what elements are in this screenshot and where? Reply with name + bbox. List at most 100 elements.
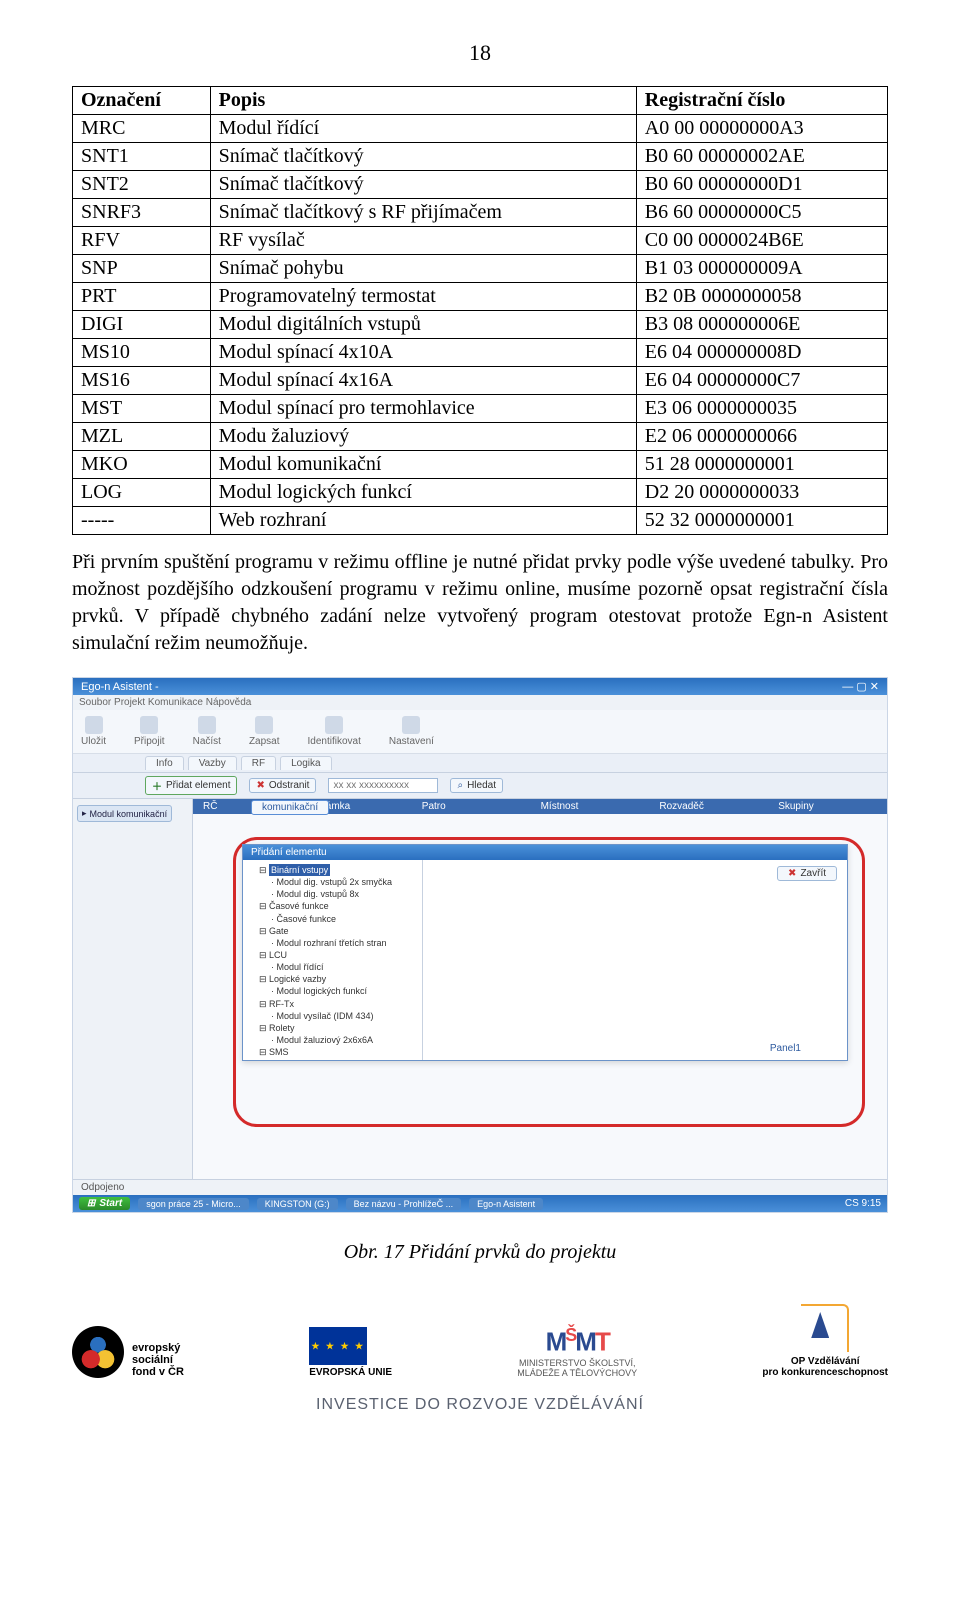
menu-bar[interactable]: Soubor Projekt Komunikace Nápověda bbox=[73, 695, 887, 710]
identify-icon bbox=[325, 716, 343, 734]
app-screenshot: Ego-n Asistent - — ▢ ✕ Soubor Projekt Ko… bbox=[72, 677, 888, 1213]
table-cell: Modul digitálních vstupů bbox=[210, 311, 636, 339]
start-button[interactable]: ⊞ Start bbox=[79, 1197, 130, 1210]
content-panel: RČ Popis Poznámka Patro Místnost Rozvadě… bbox=[193, 799, 887, 1179]
tree-node[interactable]: ⊟ RF-Tx bbox=[249, 998, 418, 1010]
table-cell: DIGI bbox=[73, 311, 211, 339]
search-icon: ⌕ bbox=[457, 780, 463, 791]
tree-node[interactable]: · Modul řídící bbox=[249, 961, 418, 973]
table-cell: B0 60 00000002AE bbox=[636, 143, 887, 171]
msmt-logo-icon: MŠMT bbox=[517, 1325, 637, 1358]
dialog-right-panel: ✖ Zavřít Panel1 bbox=[423, 860, 847, 1060]
table-cell: SNRF3 bbox=[73, 199, 211, 227]
tree-node[interactable]: · Modul vysílač (IDM 434) bbox=[249, 1010, 418, 1022]
tree-node[interactable]: · Modul rozhraní třetích stran bbox=[249, 937, 418, 949]
tree-node[interactable]: ⊟ SMS bbox=[249, 1046, 418, 1058]
table-row: LOGModul logických funkcíD2 20 000000003… bbox=[73, 479, 888, 507]
status-bar: Odpojeno bbox=[73, 1179, 887, 1195]
table-row: SNT1Snímač tlačítkovýB0 60 00000002AE bbox=[73, 143, 888, 171]
tree-node[interactable]: · Modul dig. vstupů 2x smyčka bbox=[249, 876, 418, 888]
tree-node[interactable]: ⊟ Rolety bbox=[249, 1022, 418, 1034]
table-cell: B1 03 000000009A bbox=[636, 255, 887, 283]
table-row: SNRF3Snímač tlačítkový s RF přijímačemB6… bbox=[73, 199, 888, 227]
col-patro: Patro bbox=[412, 799, 531, 814]
table-cell: MST bbox=[73, 395, 211, 423]
taskbar-tray: CS 9:15 bbox=[845, 1198, 881, 1209]
taskbar-item[interactable]: Ego-n Asistent bbox=[469, 1198, 543, 1210]
remove-icon: ✖ bbox=[256, 780, 264, 791]
table-cell: Snímač pohybu bbox=[210, 255, 636, 283]
toolbar-zapsat[interactable]: Zapsat bbox=[249, 716, 280, 747]
tree-node[interactable]: ⊟ Gate bbox=[249, 925, 418, 937]
table-cell: D2 20 0000000033 bbox=[636, 479, 887, 507]
table-cell: RF vysílač bbox=[210, 227, 636, 255]
table-cell: Modul spínací 4x10A bbox=[210, 339, 636, 367]
windows-taskbar: ⊞ Start sgon práce 25 - Micro... KINGSTO… bbox=[73, 1195, 887, 1212]
toolbar-nacist[interactable]: Načíst bbox=[193, 716, 221, 747]
plus-icon: ＋ bbox=[152, 778, 162, 793]
element-tree[interactable]: ⊟ Binární vstupy· Modul dig. vstupů 2x s… bbox=[243, 860, 423, 1060]
opvk-logo-block: OP Vzdělávání pro konkurenceschopnost bbox=[762, 1304, 888, 1378]
tree-node[interactable]: · Modul žaluziový 2x6x6A bbox=[249, 1034, 418, 1046]
tree-node[interactable]: ⊟ Logické vazby bbox=[249, 973, 418, 985]
table-cell: E3 06 0000000035 bbox=[636, 395, 887, 423]
toolbar-identifikovat[interactable]: Identifikovat bbox=[308, 716, 361, 747]
windows-logo-icon: ⊞ bbox=[87, 1198, 95, 1209]
tree-node[interactable]: ⊟ Snímače osvětlení bbox=[249, 1058, 418, 1060]
taskbar-item[interactable]: Bez názvu - ProhlížeČ ... bbox=[346, 1198, 462, 1210]
eu-logo-block: ★ ★ ★ ★ EVROPSKÁ UNIE bbox=[309, 1327, 392, 1378]
tree-node[interactable]: · Modul dig. vstupů 8x bbox=[249, 888, 418, 900]
toolbar-label: Načíst bbox=[193, 736, 221, 747]
tab-info[interactable]: Info bbox=[145, 756, 184, 770]
toolbar-ulozit[interactable]: Uložit bbox=[81, 716, 106, 747]
table-cell: MRC bbox=[73, 115, 211, 143]
search-input[interactable] bbox=[328, 778, 438, 793]
toolbar-nastaveni[interactable]: Nastavení bbox=[389, 716, 434, 747]
load-icon bbox=[198, 716, 216, 734]
table-cell: SNT2 bbox=[73, 171, 211, 199]
toolbar-pripojit[interactable]: Připojit bbox=[134, 716, 165, 747]
table-cell: Modul řídící bbox=[210, 115, 636, 143]
tab-logika[interactable]: Logika bbox=[280, 756, 331, 770]
table-cell: 52 32 0000000001 bbox=[636, 507, 887, 535]
table-row: MKOModul komunikační51 28 0000000001 bbox=[73, 451, 888, 479]
table-row: -----Web rozhraní52 32 0000000001 bbox=[73, 507, 888, 535]
tree-node[interactable]: ⊟ Binární vstupy bbox=[249, 864, 418, 876]
dialog-body: ⊟ Binární vstupy· Modul dig. vstupů 2x s… bbox=[243, 860, 847, 1060]
table-cell: MKO bbox=[73, 451, 211, 479]
tab-rf[interactable]: RF bbox=[241, 756, 276, 770]
taskbar-item[interactable]: KINGSTON (G:) bbox=[257, 1198, 338, 1210]
connect-icon bbox=[140, 716, 158, 734]
dialog-title: Přidání elementu bbox=[243, 845, 847, 860]
page-number: 18 bbox=[72, 40, 888, 66]
tab-vazby[interactable]: Vazby bbox=[188, 756, 237, 770]
toolbar: Uložit Připojit Načíst Zapsat Identifiko… bbox=[73, 710, 887, 754]
sidebar-item-modul-komunikacni[interactable]: ▸ Modul komunikační bbox=[77, 805, 172, 822]
odstranit-button[interactable]: ✖Odstranit bbox=[249, 778, 316, 793]
body-paragraph: Při prvním spuštění programu v režimu of… bbox=[72, 549, 888, 657]
footer-logos: evropský sociální fond v ČR ★ ★ ★ ★ EVRO… bbox=[72, 1304, 888, 1378]
save-icon bbox=[85, 716, 103, 734]
eu-label: EVROPSKÁ UNIE bbox=[309, 1367, 392, 1378]
tree-node[interactable]: ⊟ LCU bbox=[249, 949, 418, 961]
tree-node[interactable]: · Časové funkce bbox=[249, 913, 418, 925]
esf-logo-block: evropský sociální fond v ČR bbox=[72, 1326, 184, 1378]
tree-node[interactable]: · Modul logických funkcí bbox=[249, 985, 418, 997]
pridat-element-button[interactable]: ＋Přidat element bbox=[145, 776, 237, 795]
taskbar-item[interactable]: sgon práce 25 - Micro... bbox=[138, 1198, 249, 1210]
window-controls[interactable]: — ▢ ✕ bbox=[842, 680, 879, 693]
tree-node[interactable]: ⊟ Časové funkce bbox=[249, 900, 418, 912]
table-cell: B6 60 00000000C5 bbox=[636, 199, 887, 227]
tag-pill[interactable]: komunikační bbox=[251, 800, 329, 815]
hledat-button[interactable]: ⌕Hledat bbox=[450, 778, 503, 793]
app-title: Ego-n Asistent - bbox=[81, 681, 159, 693]
table-cell: Snímač tlačítkový s RF přijímačem bbox=[210, 199, 636, 227]
table-cell: MS16 bbox=[73, 367, 211, 395]
col-rc: RČ bbox=[193, 799, 243, 814]
esf-icon bbox=[72, 1326, 124, 1378]
zavrit-button[interactable]: ✖ Zavřít bbox=[777, 866, 837, 881]
msmt-line: MLÁDEŽE A TĚLOVÝCHOVY bbox=[517, 1368, 637, 1378]
module-icon: ▸ bbox=[82, 808, 87, 819]
table-cell: SNP bbox=[73, 255, 211, 283]
table-cell: Snímač tlačítkový bbox=[210, 143, 636, 171]
